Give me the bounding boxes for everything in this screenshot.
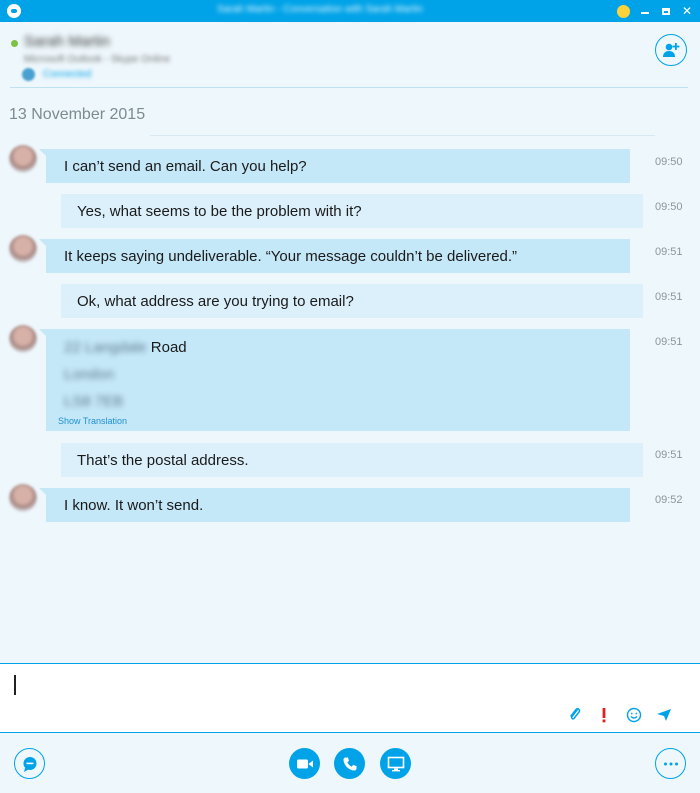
close-button[interactable]: ✕ (676, 0, 698, 22)
contact-mood: Microsoft Outlook - Skype Online (24, 54, 171, 65)
redacted-text: London (64, 366, 115, 383)
message-text: Yes, what seems to be the problem with i… (77, 202, 362, 220)
date-divider (150, 135, 655, 136)
address-line: 22 Langdale Road (64, 339, 630, 366)
emoticon-status-icon[interactable] (612, 0, 634, 22)
emoticon-icon[interactable] (626, 707, 642, 723)
redacted-text: LS8 7EB (64, 393, 124, 410)
screen-share-icon (387, 756, 404, 771)
video-icon (296, 759, 313, 768)
add-people-button[interactable] (655, 34, 687, 66)
address-text: Road (150, 339, 187, 356)
message-input[interactable] (0, 663, 700, 733)
redacted-text: 22 Langdale (64, 339, 147, 356)
message-time: 09:51 (655, 291, 683, 303)
audio-call-button[interactable] (334, 748, 365, 779)
more-icon (663, 762, 678, 765)
message-time: 09:51 (655, 246, 683, 258)
maximize-button[interactable] (655, 0, 677, 22)
message-text: I can’t send an email. Can you help? (64, 157, 307, 175)
header-divider (10, 87, 688, 88)
phone-icon (343, 757, 356, 770)
show-translation-link[interactable]: Show Translation (58, 416, 127, 426)
message-time: 09:50 (655, 201, 683, 213)
date-heading: 13 November 2015 (9, 106, 146, 123)
address-line: LS8 7EB (64, 393, 630, 420)
message-time: 09:51 (655, 336, 683, 348)
message-text: I know. It won’t send. (64, 496, 204, 514)
chat-button[interactable] (14, 748, 45, 779)
incoming-message: It keeps saying undeliverable. “Your mes… (39, 239, 630, 273)
more-options-button[interactable] (655, 748, 686, 779)
contact-avatar[interactable] (9, 484, 37, 512)
message-text: That’s the postal address. (77, 451, 249, 469)
text-caret (14, 675, 16, 695)
address-line: London (64, 366, 630, 393)
message-time: 09:50 (655, 156, 683, 168)
incoming-message: I can’t send an email. Can you help? (39, 149, 630, 183)
title-bar: Sarah Martin - Conversation with Sarah M… (0, 0, 700, 22)
add-person-icon (663, 43, 680, 57)
contact-avatar[interactable] (9, 325, 37, 353)
contact-location[interactable]: Connected (43, 69, 91, 80)
send-icon[interactable] (656, 707, 672, 723)
window-title: Sarah Martin - Conversation with Sarah M… (217, 4, 423, 15)
contact-avatar[interactable] (9, 145, 37, 173)
message-text: Ok, what address are you trying to email… (77, 292, 354, 310)
contact-name[interactable]: Sarah Martin (24, 33, 110, 50)
incoming-message: I know. It won’t send. (39, 488, 630, 522)
outgoing-message: Ok, what address are you trying to email… (61, 284, 643, 318)
call-toolbar (0, 733, 700, 793)
outgoing-message: That’s the postal address. (61, 443, 643, 477)
incoming-message: 22 Langdale Road London LS8 7EB Show Tra… (39, 329, 630, 431)
outgoing-message: Yes, what seems to be the problem with i… (61, 194, 643, 228)
minimize-button[interactable] (634, 0, 656, 22)
share-screen-button[interactable] (380, 748, 411, 779)
app-logo-icon (7, 4, 21, 18)
message-text: It keeps saying undeliverable. “Your mes… (64, 247, 518, 265)
presence-indicator (11, 40, 18, 47)
contact-avatar[interactable] (9, 235, 37, 263)
paperclip-icon[interactable] (567, 707, 583, 723)
message-time: 09:52 (655, 494, 683, 506)
location-icon (22, 68, 35, 81)
message-time: 09:51 (655, 449, 683, 461)
video-call-button[interactable] (289, 748, 320, 779)
important-icon[interactable] (596, 707, 612, 723)
chat-icon (23, 756, 36, 772)
